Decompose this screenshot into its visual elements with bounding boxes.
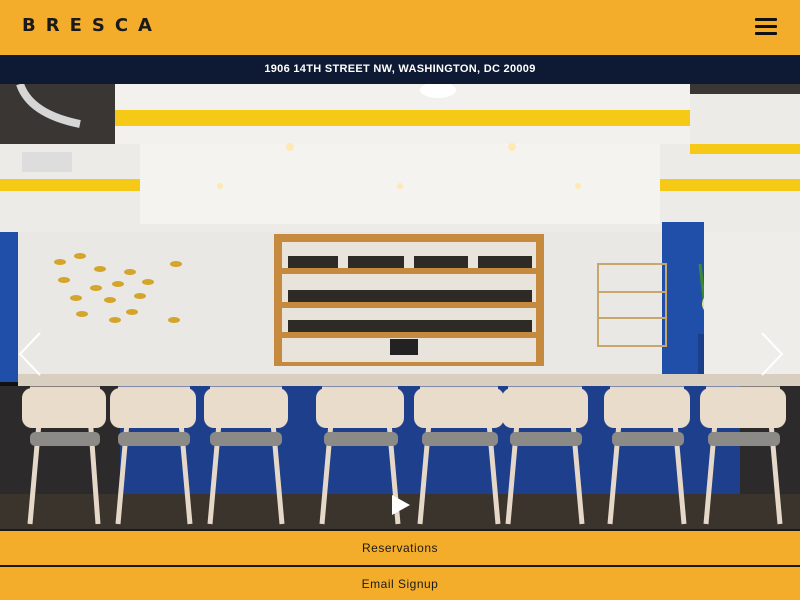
chevron-right-icon[interactable] bbox=[752, 329, 792, 379]
address-link[interactable]: 1906 14TH STREET NW, WASHINGTON, DC 2000… bbox=[264, 63, 535, 75]
play-icon[interactable] bbox=[388, 493, 412, 517]
restaurant-interior-photo bbox=[0, 84, 800, 530]
menu-bar bbox=[755, 32, 777, 35]
site-header: BRESCA bbox=[0, 0, 800, 55]
hamburger-menu-icon[interactable] bbox=[752, 15, 780, 39]
reservations-button[interactable]: Reservations bbox=[0, 529, 800, 565]
email-signup-button[interactable]: Email Signup bbox=[0, 565, 800, 600]
hero-image bbox=[0, 84, 800, 530]
site-logo[interactable]: BRESCA bbox=[22, 15, 162, 36]
chevron-left-icon[interactable] bbox=[12, 329, 52, 379]
address-bar: 1906 14TH STREET NW, WASHINGTON, DC 2000… bbox=[0, 55, 800, 84]
menu-bar bbox=[755, 18, 777, 21]
menu-bar bbox=[755, 25, 777, 28]
